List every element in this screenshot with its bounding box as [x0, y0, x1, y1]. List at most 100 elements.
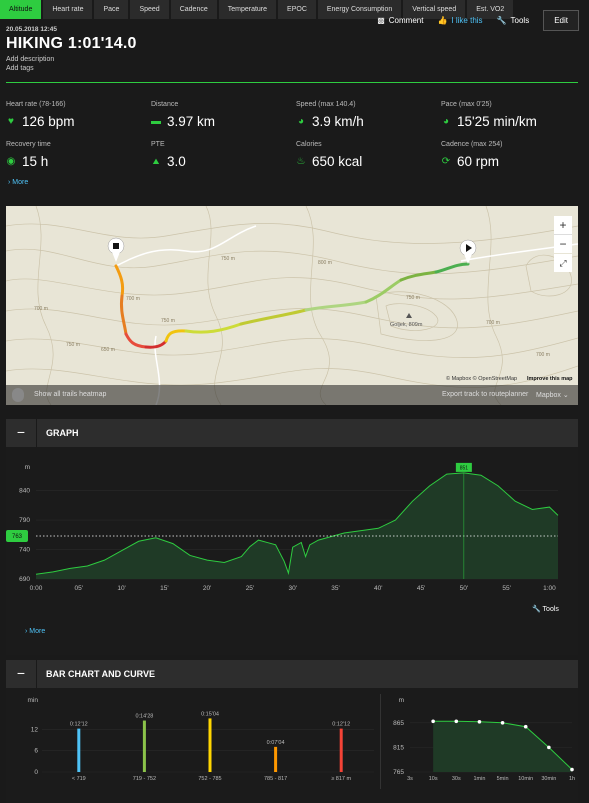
stat-pace: Pace (max 0'25) ◕ 15'25 min/km	[441, 101, 581, 129]
curve-point	[454, 719, 459, 724]
stat-heart-rate: Heart rate (78-166) ♥ 126 bpm	[6, 101, 146, 129]
stat-value: 3.0	[167, 154, 186, 169]
x-tick-label: < 719	[72, 776, 86, 782]
zoom-in-button[interactable]: +	[554, 216, 572, 234]
pace-icon: ◕	[442, 115, 450, 127]
stat-pte: PTE ⛰ 3.0	[151, 141, 291, 169]
y-axis-unit: m	[25, 464, 30, 471]
route-map[interactable]: 750 m 800 m 700 m 700 m 750 m 650 m 750 …	[6, 206, 578, 405]
contour-label: 750 m	[161, 318, 175, 324]
y-tick-label: 12	[31, 726, 39, 733]
bar-panel-body: min 0 6 12 0:12'12 < 719 0:14'28 719 - 752 0:15'…	[6, 688, 578, 803]
y-tick-label: 6	[34, 748, 38, 755]
contour-label: 750 m	[221, 256, 235, 262]
collapse-graph-button[interactable]: −	[6, 419, 37, 447]
header-divider	[6, 82, 578, 83]
altitude-zone-bar-chart[interactable]: min 0 6 12 0:12'12 < 719 0:14'28 719 - 752 0:15'…	[6, 688, 378, 803]
zone-bar	[339, 728, 343, 772]
x-tick-label: 3s	[407, 776, 413, 782]
comment-button[interactable]: ▩ Comment	[377, 16, 423, 25]
y-axis-unit: m	[399, 697, 404, 704]
chevron-right-icon: ›	[25, 628, 28, 635]
y-tick-label: 765	[393, 769, 404, 776]
bar-panel-header: − BAR CHART AND CURVE	[6, 660, 578, 688]
y-tick-label: 0	[34, 769, 38, 776]
stat-label: Heart rate (78-166)	[6, 101, 66, 108]
graph-tab[interactable]: EPOC	[278, 0, 316, 19]
map-style-select[interactable]: Mapbox ⌄	[536, 391, 569, 399]
graph-tools-button[interactable]: 🔧 Tools	[532, 605, 559, 613]
graph-tab[interactable]: Heart rate	[43, 0, 93, 19]
y-tick-label: 815	[393, 744, 404, 751]
map-bottom-bar: Show all trails heatmap Export track to …	[6, 385, 578, 405]
fullscreen-button[interactable]: ⤢	[554, 254, 572, 272]
max-altitude-value: 851	[460, 465, 469, 471]
x-tick-label: 10'	[117, 585, 125, 592]
distance-icon: ▬	[151, 115, 161, 127]
x-tick-label: 40'	[374, 585, 382, 592]
curve-point	[500, 720, 505, 725]
x-tick-label: 0:00	[30, 585, 43, 592]
stat-cadence: Cadence (max 254) ⟳ 60 rpm	[441, 141, 581, 169]
zoom-out-button[interactable]: −	[554, 234, 572, 253]
contour-label: 800 m	[318, 260, 332, 266]
map-canvas: 750 m 800 m 700 m 700 m 750 m 650 m 750 …	[6, 206, 578, 405]
contour-label: 700 m	[34, 306, 48, 312]
graph-more-link[interactable]: › More	[25, 628, 45, 635]
x-tick-label: 5min	[497, 776, 509, 782]
stat-label: Distance	[151, 101, 179, 108]
altitude-chart[interactable]: 690 740 790 840 m 0:00 05' 10' 15' 20' 25' 30' 35' 40…	[6, 453, 578, 595]
stats-more-link[interactable]: › More	[8, 179, 28, 186]
bar-data-label: 0:07'04	[267, 740, 285, 746]
x-tick-label: 10s	[429, 776, 438, 782]
graph-tab[interactable]: Pace	[94, 0, 129, 19]
comment-icon: ▩	[377, 16, 385, 25]
graph-panel-body: 690 740 790 840 m 0:00 05' 10' 15' 20' 25' 30' 35' 40…	[6, 447, 578, 655]
stat-value: 650 kcal	[312, 154, 363, 169]
contour-label: 650 m	[101, 347, 115, 353]
x-tick-label: 35'	[331, 585, 339, 592]
x-tick-label: 752 - 785	[198, 776, 221, 782]
like-button[interactable]: 👍 I like this	[437, 16, 482, 25]
y-tick-label: 740	[19, 547, 30, 554]
stat-value: 3.9 km/h	[312, 114, 364, 129]
graph-tab[interactable]: Altitude	[0, 0, 42, 19]
curve-point	[523, 724, 528, 729]
pte-icon: ⛰	[152, 156, 160, 166]
stat-value: 60 rpm	[457, 154, 500, 169]
graph-tab[interactable]: Temperature	[218, 0, 277, 19]
thumbs-up-icon: 👍	[437, 16, 448, 25]
x-tick-label: 45'	[417, 585, 425, 592]
chart-separator	[380, 694, 381, 789]
edit-button[interactable]: Edit	[543, 10, 579, 31]
add-tags-link[interactable]: Add tags	[6, 65, 34, 72]
curve-point	[477, 719, 482, 724]
altitude-curve-chart[interactable]: m 765 815 865 3s 10s 30s 1min 5min 10min 30min 1h	[382, 688, 578, 803]
x-tick-label: 55'	[502, 585, 510, 592]
heatmap-toggle-icon[interactable]	[12, 388, 24, 402]
graph-tab[interactable]: Cadence	[170, 0, 217, 19]
add-description-link[interactable]: Add description	[6, 56, 54, 63]
heatmap-toggle-label[interactable]: Show all trails heatmap	[34, 391, 106, 398]
zone-bar	[142, 720, 146, 772]
curve-point	[547, 745, 551, 750]
stat-label: Cadence (max 254)	[441, 141, 503, 148]
x-tick-label: 785 - 817	[264, 776, 287, 782]
graph-tab[interactable]: Speed	[130, 0, 169, 19]
x-tick-label: 05'	[75, 585, 83, 592]
bar-data-label: 0:14'28	[135, 714, 153, 720]
x-tick-label: 25'	[246, 585, 254, 592]
cadence-icon: ⟳	[441, 155, 451, 167]
collapse-bar-button[interactable]: −	[6, 660, 37, 688]
zone-bar	[208, 718, 212, 772]
zone-bar	[77, 728, 81, 772]
graph-panel-header: − GRAPH	[6, 419, 578, 447]
chevron-down-icon: ⌄	[562, 392, 569, 399]
speed-icon: ◕	[297, 115, 305, 127]
y-tick-label: 840	[19, 488, 30, 495]
export-track-link[interactable]: Export track to routeplanner	[442, 391, 528, 398]
tools-button[interactable]: 🔧 Tools	[497, 16, 530, 25]
wrench-icon: 🔧	[532, 606, 541, 613]
improve-map-link[interactable]: Improve this map	[527, 376, 573, 382]
contour-label: 750 m	[66, 342, 80, 348]
